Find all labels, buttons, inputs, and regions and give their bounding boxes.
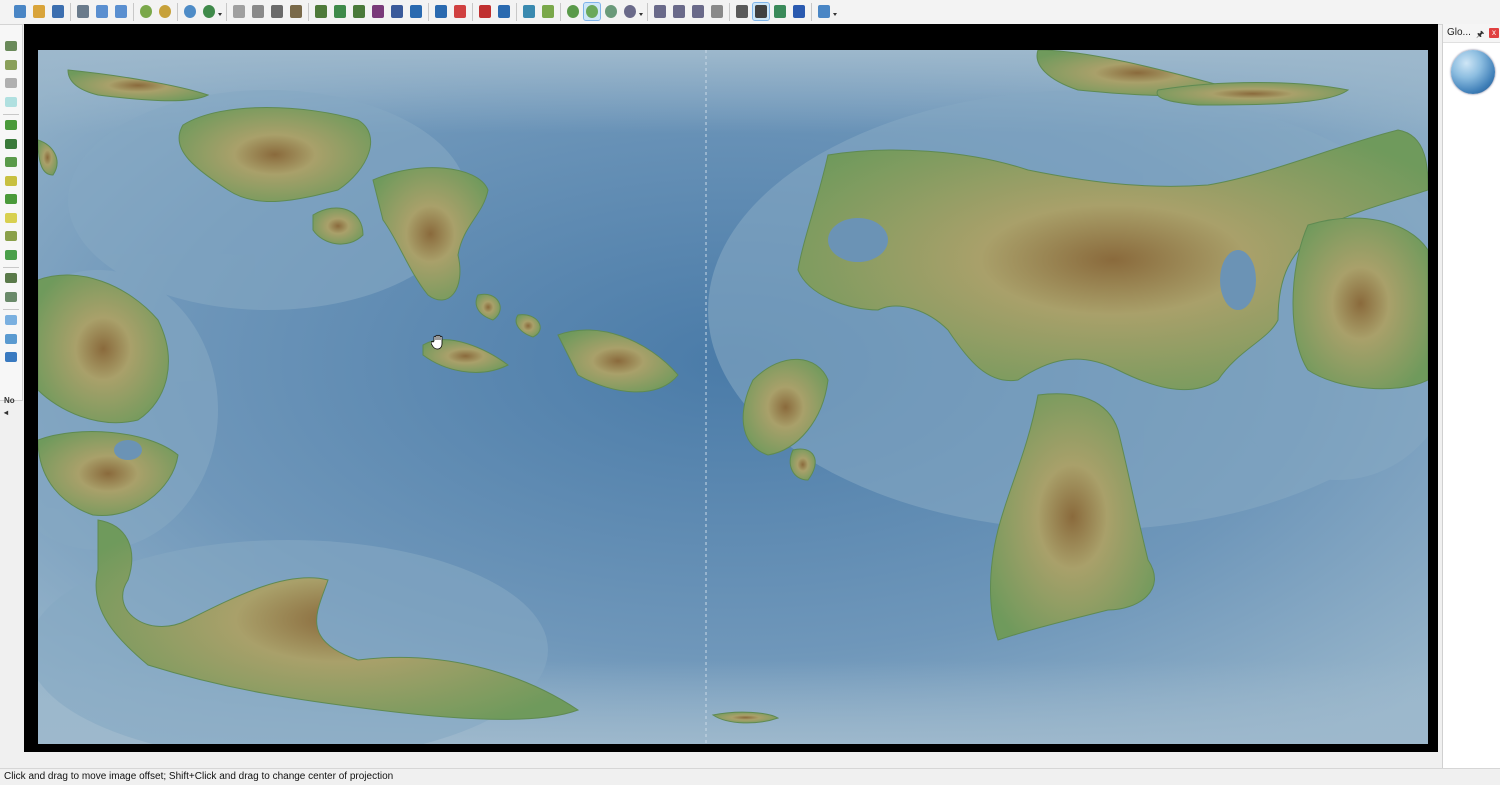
river-icon[interactable] <box>433 3 449 20</box>
dropdown-caret-icon[interactable] <box>218 13 222 16</box>
brush-noise-icon[interactable] <box>5 96 17 107</box>
dropdown-caret-icon[interactable] <box>639 13 643 16</box>
pin-icon[interactable]: 🖈 <box>1476 27 1484 43</box>
dropdown-caret-icon[interactable] <box>833 13 837 16</box>
poly-select-icon[interactable] <box>288 3 304 20</box>
print-icon[interactable] <box>75 3 91 20</box>
grass-icon[interactable] <box>5 273 17 283</box>
biome-e-icon[interactable] <box>5 231 17 241</box>
redo-icon[interactable] <box>113 3 129 20</box>
panel-header: Glo... 🖈 x <box>1443 24 1500 43</box>
toolbar-separator <box>70 3 71 21</box>
forest-icon[interactable] <box>5 138 17 149</box>
vegetation-icon[interactable] <box>5 120 17 130</box>
view-globe-alt-icon[interactable] <box>603 3 619 20</box>
close-icon[interactable]: x <box>1489 28 1499 38</box>
color-sphere-icon[interactable] <box>157 3 173 20</box>
globe-preview[interactable] <box>1451 50 1495 94</box>
status-text: Click and drag to move image offset; Shi… <box>4 771 394 782</box>
biome-a-icon[interactable] <box>5 157 17 167</box>
grid-icon[interactable] <box>772 3 788 20</box>
brush-lower-icon[interactable] <box>5 59 17 70</box>
map-viewport[interactable] <box>24 24 1438 752</box>
terrain-mountain-icon[interactable] <box>389 3 405 20</box>
tundra-icon[interactable] <box>5 291 17 302</box>
zoom-rect-icon[interactable] <box>709 3 725 20</box>
view-globe-icon[interactable] <box>565 3 581 20</box>
view-globe-active-icon[interactable] <box>583 2 601 21</box>
water-mid-icon[interactable] <box>5 333 17 344</box>
tool-separator <box>3 114 19 115</box>
toolbar-separator <box>308 3 309 21</box>
undo-icon[interactable] <box>94 3 110 20</box>
toolbar-separator <box>133 3 134 21</box>
pan-hand-icon[interactable] <box>752 2 770 21</box>
overlay-icon[interactable] <box>791 3 807 20</box>
toolbar-separator <box>177 3 178 21</box>
ellipse-select-icon[interactable] <box>250 3 266 20</box>
toolbar-separator <box>226 3 227 21</box>
toolbar-separator <box>560 3 561 21</box>
zoom-fit-icon[interactable] <box>690 3 706 20</box>
temperature-alt-icon[interactable] <box>496 3 512 20</box>
water-shallow-icon[interactable] <box>5 315 17 325</box>
water-deep-icon[interactable] <box>5 352 17 362</box>
toolbar-separator <box>428 3 429 21</box>
globe-dropdown-icon[interactable] <box>201 3 217 20</box>
river-alt-icon[interactable] <box>452 3 468 20</box>
view-globe-dropdown-icon[interactable] <box>622 3 638 20</box>
pan-cursor-icon <box>431 334 443 350</box>
tool-separator <box>3 309 19 310</box>
zoom-out-icon[interactable] <box>671 3 687 20</box>
zoom-in-icon[interactable] <box>652 3 668 20</box>
measure-icon[interactable] <box>734 3 750 20</box>
terrain-smooth-icon[interactable] <box>351 3 367 20</box>
toolbar-separator <box>472 3 473 21</box>
new-file-icon[interactable] <box>12 3 28 20</box>
info-icon[interactable] <box>816 3 832 20</box>
terrain-lower-icon[interactable] <box>332 3 348 20</box>
biome-b-icon[interactable] <box>5 175 17 186</box>
terrain-raise-icon[interactable] <box>313 3 329 20</box>
expand-arrow-icon[interactable]: ◂ <box>4 408 8 417</box>
toolbar-separator <box>647 3 648 21</box>
brush-flat-icon[interactable] <box>5 78 17 88</box>
globe-panel: Glo... 🖈 x <box>1442 24 1500 768</box>
biome-f-icon[interactable] <box>5 249 17 260</box>
no-label: No <box>4 396 15 405</box>
biome-c-icon[interactable] <box>5 194 17 204</box>
left-tool-strip: No ◂ <box>0 25 23 417</box>
sphere-icon[interactable] <box>138 3 154 20</box>
world-map[interactable] <box>38 50 1428 744</box>
layers-icon[interactable] <box>540 3 556 20</box>
sea-level-icon[interactable] <box>521 3 537 20</box>
toolbar-separator <box>729 3 730 21</box>
open-folder-icon[interactable] <box>31 3 47 20</box>
lasso-select-icon[interactable] <box>269 3 285 20</box>
panel-title: Glo... <box>1447 27 1471 38</box>
status-bar: Click and drag to move image offset; Shi… <box>0 768 1500 785</box>
terrain-peak-icon[interactable] <box>370 3 386 20</box>
temperature-icon[interactable] <box>477 3 493 20</box>
save-icon[interactable] <box>50 3 66 20</box>
terrain-flat-icon[interactable] <box>408 3 424 20</box>
biome-d-icon[interactable] <box>5 212 17 223</box>
globe-icon[interactable] <box>182 3 198 20</box>
toolbar-separator <box>811 3 812 21</box>
rect-select-icon[interactable] <box>231 3 247 20</box>
main-toolbar <box>0 0 1500 25</box>
brush-raise-icon[interactable] <box>5 41 17 51</box>
tool-separator <box>3 267 19 268</box>
toolbar-separator <box>516 3 517 21</box>
